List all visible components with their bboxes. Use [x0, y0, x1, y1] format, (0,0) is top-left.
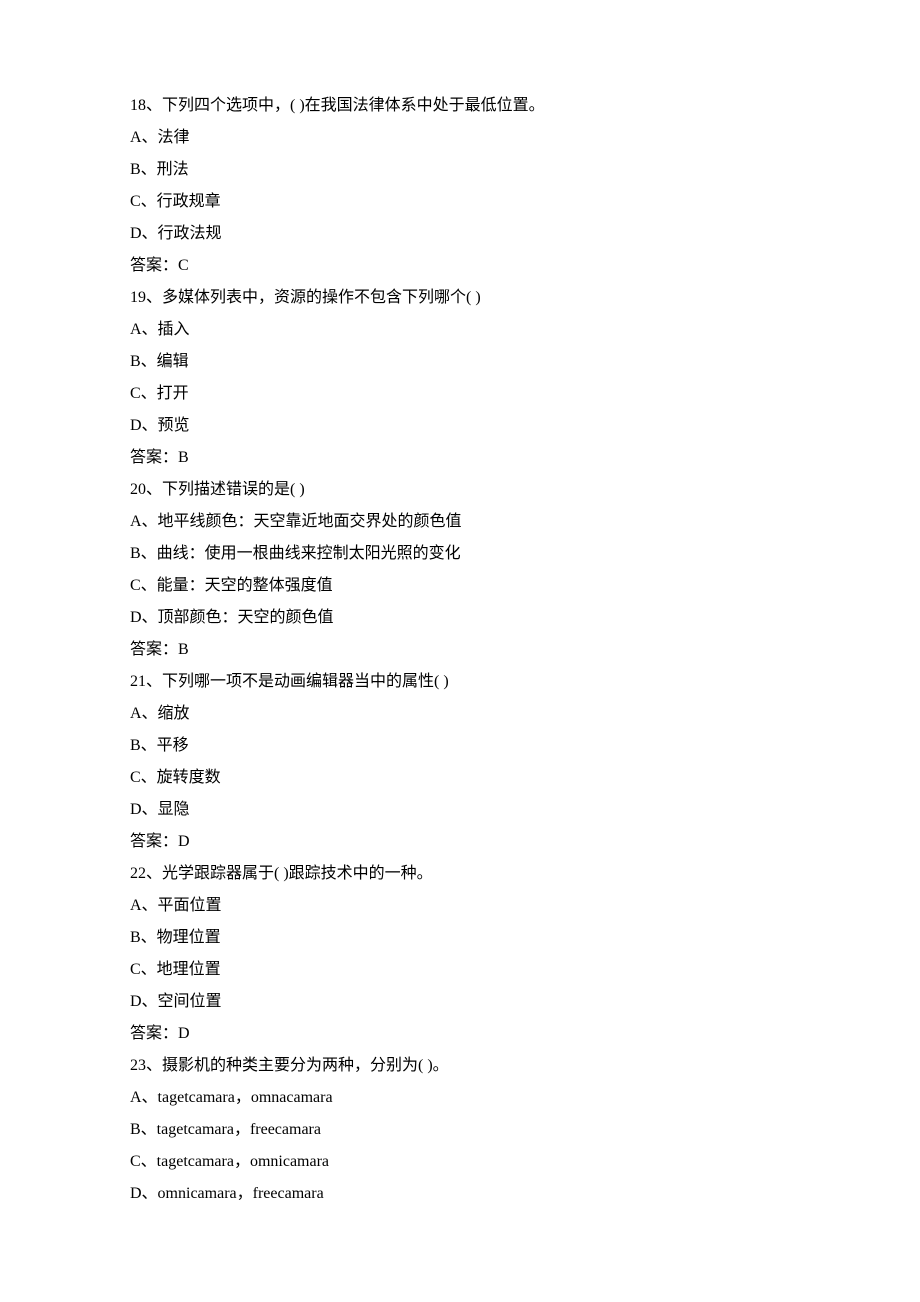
- question-stem: 19、多媒体列表中，资源的操作不包含下列哪个( ): [130, 282, 790, 314]
- question-option: C、旋转度数: [130, 762, 790, 794]
- document-page: 18、下列四个选项中，( )在我国法律体系中处于最低位置。 A、法律 B、刑法 …: [0, 0, 920, 1302]
- question-option: D、显隐: [130, 794, 790, 826]
- question-option: C、tagetcamara，omnicamara: [130, 1146, 790, 1178]
- question-option: B、tagetcamara，freecamara: [130, 1114, 790, 1146]
- question-stem: 18、下列四个选项中，( )在我国法律体系中处于最低位置。: [130, 90, 790, 122]
- question-answer: 答案：B: [130, 634, 790, 666]
- question-option: D、预览: [130, 410, 790, 442]
- question-stem: 21、下列哪一项不是动画编辑器当中的属性( ): [130, 666, 790, 698]
- question-option: D、空间位置: [130, 986, 790, 1018]
- question-option: B、平移: [130, 730, 790, 762]
- question-option: D、顶部颜色：天空的颜色值: [130, 602, 790, 634]
- question-option: A、插入: [130, 314, 790, 346]
- question-option: B、物理位置: [130, 922, 790, 954]
- question-option: D、行政法规: [130, 218, 790, 250]
- question-option: A、缩放: [130, 698, 790, 730]
- question-option: A、tagetcamara，omnacamara: [130, 1082, 790, 1114]
- question-option: C、能量：天空的整体强度值: [130, 570, 790, 602]
- question-stem: 23、摄影机的种类主要分为两种，分别为( )。: [130, 1050, 790, 1082]
- question-answer: 答案：B: [130, 442, 790, 474]
- question-option: B、刑法: [130, 154, 790, 186]
- question-option: A、平面位置: [130, 890, 790, 922]
- question-stem: 22、光学跟踪器属于( )跟踪技术中的一种。: [130, 858, 790, 890]
- question-option: B、编辑: [130, 346, 790, 378]
- question-answer: 答案：D: [130, 1018, 790, 1050]
- question-stem: 20、下列描述错误的是( ): [130, 474, 790, 506]
- question-option: A、地平线颜色：天空靠近地面交界处的颜色值: [130, 506, 790, 538]
- question-option: D、omnicamara，freecamara: [130, 1178, 790, 1210]
- question-option: C、打开: [130, 378, 790, 410]
- question-option: C、地理位置: [130, 954, 790, 986]
- question-answer: 答案：C: [130, 250, 790, 282]
- question-option: B、曲线：使用一根曲线来控制太阳光照的变化: [130, 538, 790, 570]
- question-answer: 答案：D: [130, 826, 790, 858]
- question-option: C、行政规章: [130, 186, 790, 218]
- question-option: A、法律: [130, 122, 790, 154]
